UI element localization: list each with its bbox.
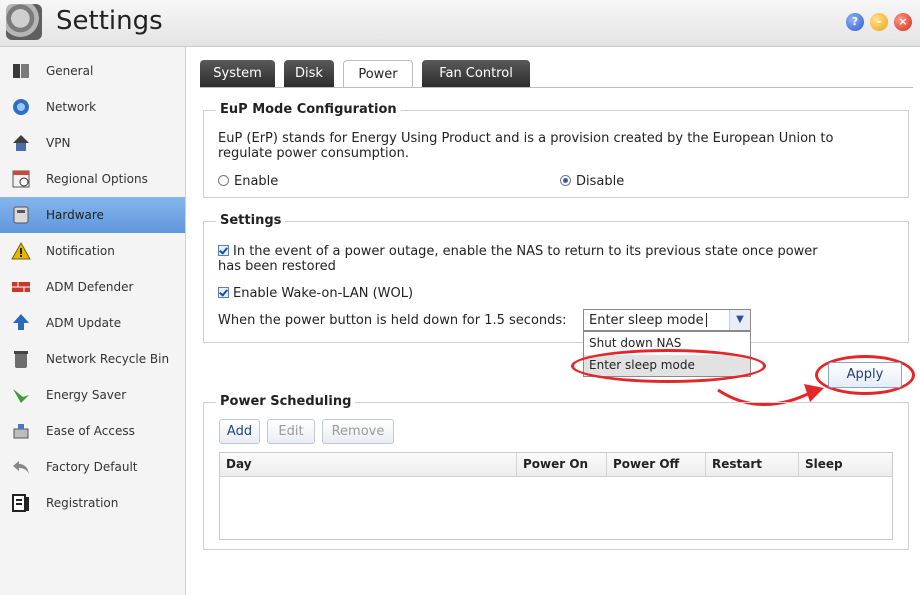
sidebar-item-registration[interactable]: Registration [0,485,185,521]
chevron-down-icon[interactable]: ▼ [729,310,750,330]
column-header-power-on[interactable]: Power On [523,457,588,471]
settings-app-icon [6,4,42,40]
sidebar-item-label: Factory Default [46,460,138,474]
hardware-icon [10,204,32,226]
power-scheduling-legend: Power Scheduling [216,394,356,409]
regional-options-icon [10,168,32,190]
power-restore-label-line2: has been restored [218,259,336,274]
eup-enable-option[interactable]: Enable [218,174,278,189]
text-caret [706,313,707,327]
eup-enable-label: Enable [234,174,279,189]
sidebar-item-label: VPN [46,136,71,150]
eup-description-line2: regulate power consumption. [218,146,409,161]
wol-option[interactable]: Enable Wake-on-LAN (WOL) [218,286,413,301]
remove-button[interactable]: Remove [322,419,394,444]
eup-legend: EuP Mode Configuration [216,102,401,117]
power-button-select[interactable]: Enter sleep mode ▼ [583,309,751,331]
window-controls: ? – × [846,13,912,31]
sidebar-item-factory-default[interactable]: Factory Default [0,449,185,485]
sidebar-item-vpn[interactable]: VPN [0,125,185,161]
ease-of-access-icon [10,420,32,442]
eup-disable-label: Disable [576,174,625,189]
column-header-power-off[interactable]: Power Off [613,457,679,471]
sidebar-item-label: Network [46,100,97,114]
tab-divider [200,87,913,88]
sidebar-item-network[interactable]: Network [0,89,185,125]
schedule-table: Day Power On Power Off Restart Sleep [219,452,893,540]
sidebar-item-adm-update[interactable]: ADM Update [0,305,185,341]
help-icon[interactable]: ? [846,13,864,31]
sidebar-item-adm-defender[interactable]: ADM Defender [0,269,185,305]
general-icon [10,60,32,82]
sidebar-item-label: ADM Update [46,316,122,330]
wol-label: Enable Wake-on-LAN (WOL) [233,286,414,301]
sidebar-item-label: Ease of Access [46,424,135,438]
tab-fan-control[interactable]: Fan Control [422,60,530,87]
tab-power[interactable]: Power [343,60,413,88]
power-restore-label-line1: In the event of a power outage, enable t… [233,244,818,259]
tab-disk[interactable]: Disk [284,60,334,87]
sidebar-item-general[interactable]: General [0,53,185,89]
recycle-bin-icon [10,348,32,370]
tab-system[interactable]: System [200,60,275,87]
notification-icon [10,240,32,262]
sidebar: General Network VPN Regional Options Har… [0,47,186,595]
sidebar-item-label: Registration [46,496,119,510]
column-separator [516,453,517,476]
vpn-icon [10,132,32,154]
power-restore-checkbox[interactable] [218,245,229,256]
eup-description-line1: EuP (ErP) stands for Energy Using Produc… [218,131,834,146]
sidebar-item-network-recycle-bin[interactable]: Network Recycle Bin [0,341,185,377]
sidebar-item-notification[interactable]: Notification [0,233,185,269]
column-separator [705,453,706,476]
schedule-table-header: Day Power On Power Off Restart Sleep [220,453,892,477]
adm-defender-icon [10,276,32,298]
sidebar-item-label: Regional Options [46,172,148,186]
sidebar-item-regional-options[interactable]: Regional Options [0,161,185,197]
minimize-icon[interactable]: – [870,13,888,31]
edit-button[interactable]: Edit [267,419,315,444]
sidebar-item-label: General [46,64,94,78]
add-button[interactable]: Add [219,419,260,444]
sidebar-item-hardware[interactable]: Hardware [0,197,185,233]
sidebar-item-label: Energy Saver [46,388,127,402]
sidebar-item-energy-saver[interactable]: Energy Saver [0,377,185,413]
column-header-restart[interactable]: Restart [712,457,762,471]
column-separator [606,453,607,476]
registration-icon [10,492,32,514]
sidebar-item-label: Network Recycle Bin [46,352,170,366]
column-header-sleep[interactable]: Sleep [805,457,843,471]
sidebar-item-ease-of-access[interactable]: Ease of Access [0,413,185,449]
sidebar-item-label: ADM Defender [46,280,134,294]
power-restore-option[interactable]: In the event of a power outage, enable t… [218,244,818,259]
wol-checkbox[interactable] [218,287,229,298]
window-title: Settings [56,6,163,36]
apply-button[interactable]: Apply [828,362,902,388]
sidebar-item-label: Hardware [46,208,104,222]
eup-disable-radio[interactable] [560,175,571,186]
network-icon [10,96,32,118]
close-icon[interactable]: × [894,13,912,31]
energy-saver-icon [10,384,32,406]
eup-enable-radio[interactable] [218,175,229,186]
sidebar-item-label: Notification [46,244,115,258]
column-header-day[interactable]: Day [226,457,252,471]
eup-disable-option[interactable]: Disable [560,174,624,189]
factory-default-icon [10,456,32,478]
power-button-label: When the power button is held down for 1… [218,313,567,328]
settings-legend: Settings [216,213,286,228]
title-bar: Settings ? – × [0,0,920,47]
power-button-select-value: Enter sleep mode [589,313,704,328]
column-separator [798,453,799,476]
adm-update-icon [10,312,32,334]
